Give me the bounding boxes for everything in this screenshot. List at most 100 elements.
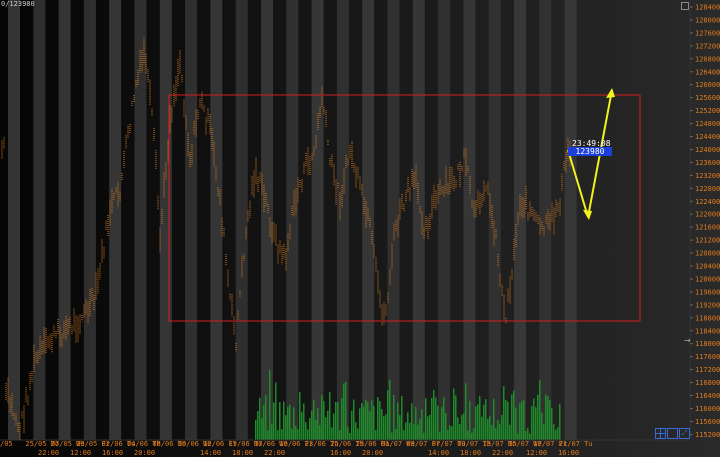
price-tick-label: 128000 — [695, 16, 720, 24]
volume-bar — [465, 383, 467, 440]
scroll-right-icon[interactable]: → — [684, 336, 691, 345]
volume-bar — [317, 407, 319, 440]
settings-icon[interactable] — [681, 2, 689, 10]
volume-bar — [475, 406, 477, 440]
volume-bar — [415, 406, 417, 440]
volume-bar — [375, 430, 377, 440]
chart-background — [0, 0, 720, 457]
volume-bar — [263, 404, 265, 440]
time-tick-label: 16:00 — [102, 449, 123, 457]
volume-bar — [439, 431, 441, 440]
volume-bar — [361, 403, 363, 440]
session-stripe — [311, 0, 324, 440]
volume-bar — [535, 407, 537, 440]
price-chart[interactable]: 128400 128000 127600 127200 126800 126400 1260… — [0, 0, 720, 457]
price-tick-label: 123600 — [695, 159, 720, 167]
price-tick-label: 122400 — [695, 198, 720, 206]
volume-bar — [323, 400, 325, 440]
volume-bar — [399, 415, 401, 440]
price-tick-label: 120400 — [695, 263, 720, 271]
volume-bar — [387, 390, 389, 440]
volume-bar — [519, 403, 521, 440]
time-tick-label: 18:00 — [460, 449, 481, 457]
price-tick-label: 126800 — [695, 55, 720, 63]
time-tick-label: 16:00 — [330, 449, 351, 457]
time-tick-label: 16:00 — [558, 449, 579, 457]
volume-bar — [407, 412, 409, 440]
volume-bar — [257, 410, 259, 440]
volume-bar — [541, 412, 543, 440]
volume-bar — [427, 416, 429, 440]
chart-toolbar: ⤢ — [655, 428, 691, 439]
volume-bar — [405, 422, 407, 440]
volume-bar — [413, 424, 415, 440]
volume-bar — [325, 417, 327, 440]
volume-bar — [343, 383, 345, 440]
price-tick-label: 127200 — [695, 42, 720, 50]
volume-bar — [537, 394, 539, 440]
time-tick-label: 20:00 — [362, 449, 383, 457]
volume-bar — [303, 403, 305, 440]
session-stripe — [336, 0, 349, 440]
volume-bar — [553, 424, 555, 440]
volume-bar — [309, 418, 311, 440]
volume-bar — [271, 423, 273, 440]
volume-bar — [435, 397, 437, 440]
price-tick-label: 124800 — [695, 120, 720, 128]
volume-bar — [283, 401, 285, 440]
price-tick-label: 118800 — [695, 314, 720, 322]
volume-bar — [447, 429, 449, 440]
session-stripe — [564, 0, 577, 440]
volume-bar — [379, 401, 381, 440]
session-stripe — [8, 0, 20, 440]
volume-bar — [523, 399, 525, 440]
volume-bar — [341, 397, 343, 440]
volume-bar — [497, 420, 499, 440]
time-tick-label: 22:00 — [38, 449, 59, 457]
volume-bar — [455, 395, 457, 440]
volume-bar — [461, 414, 463, 440]
volume-bar — [513, 390, 515, 440]
volume-bar — [425, 398, 427, 440]
time-tick-label: 14:00 — [428, 449, 449, 457]
cursor-price-badge: 123980 — [568, 147, 612, 156]
volume-bar — [259, 397, 261, 440]
volume-bar — [531, 406, 533, 440]
volume-bar — [515, 407, 517, 440]
volume-bar — [357, 428, 359, 440]
price-tick-label: 125200 — [695, 107, 720, 115]
volume-bar — [481, 416, 483, 440]
volume-bar — [391, 432, 393, 440]
session-stripe — [235, 0, 248, 440]
session-stripe — [33, 0, 46, 440]
grid-icon[interactable] — [655, 428, 666, 439]
volume-bar — [261, 418, 263, 440]
volume-bar — [355, 422, 357, 440]
volume-bar — [483, 404, 485, 440]
volume-bar — [305, 422, 307, 440]
volume-bar — [423, 432, 425, 440]
volume-bar — [547, 395, 549, 440]
volume-bar — [273, 402, 275, 440]
session-stripe — [159, 0, 172, 440]
volume-bar — [313, 399, 315, 440]
volume-bar — [487, 418, 489, 440]
price-tick-label: 124000 — [695, 146, 720, 154]
window-icon[interactable] — [667, 428, 678, 439]
price-tick-label: 117600 — [695, 353, 720, 361]
volume-bar — [291, 428, 293, 440]
volume-bar — [265, 394, 267, 440]
time-tick-label: 22:00 — [264, 449, 285, 457]
expand-icon[interactable]: ⤢ — [679, 428, 690, 439]
volume-bar — [295, 425, 297, 440]
volume-bar — [395, 429, 397, 440]
volume-bar — [385, 414, 387, 440]
volume-bar — [463, 413, 465, 440]
volume-bar — [403, 430, 405, 440]
volume-bar — [311, 410, 313, 440]
volume-bar — [327, 410, 329, 440]
volume-bar — [269, 369, 271, 440]
price-tick-label: 121600 — [695, 224, 720, 232]
session-stripe — [185, 0, 198, 440]
price-tick-label: 117200 — [695, 366, 720, 374]
